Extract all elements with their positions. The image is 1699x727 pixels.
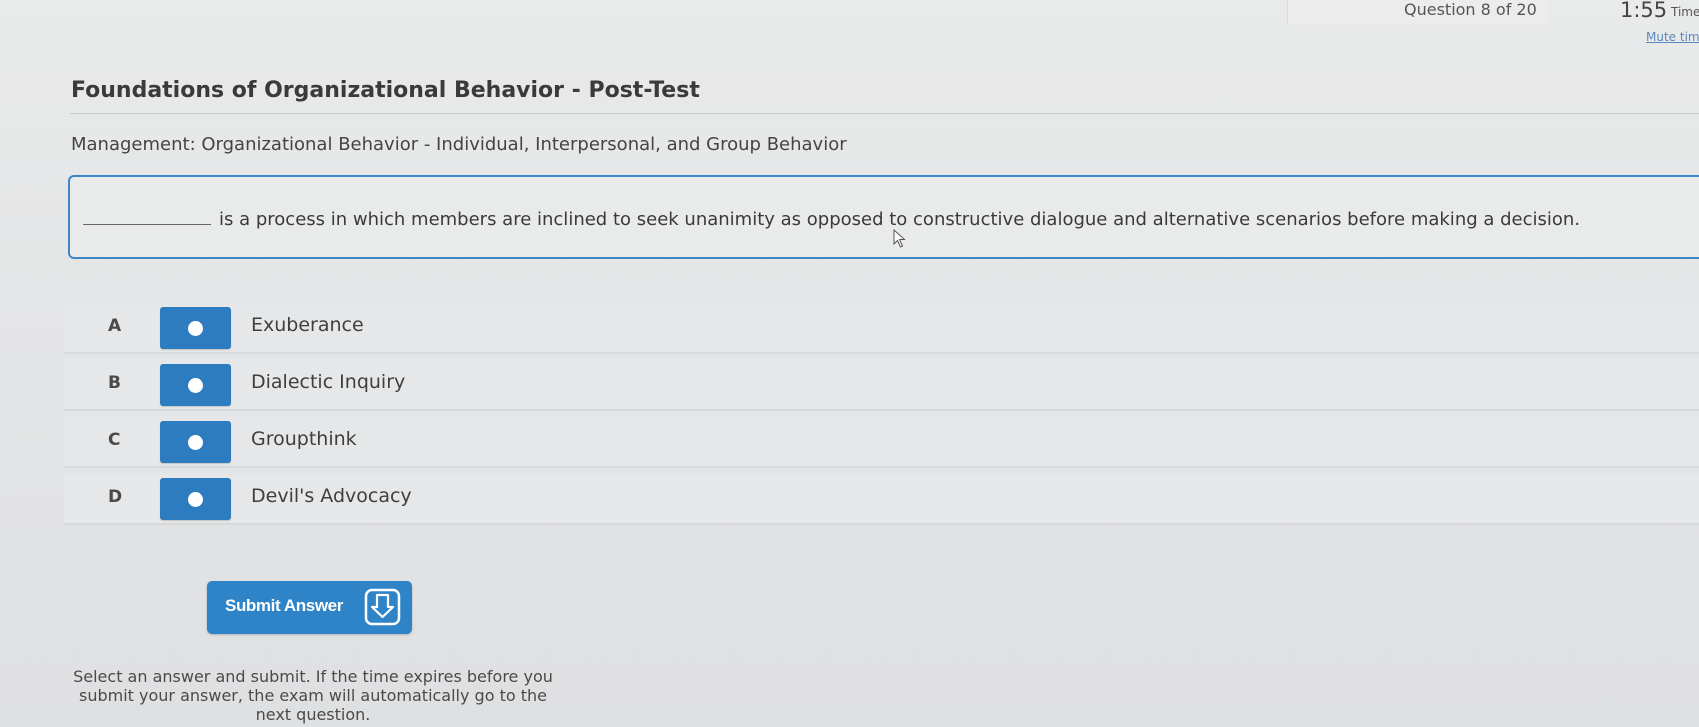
question-text: is a process in which members are inclin…	[219, 209, 1581, 230]
answer-option-a[interactable]: A Exuberance	[64, 302, 1699, 354]
option-b-radio[interactable]	[160, 364, 231, 406]
radio-dot-icon	[188, 435, 203, 450]
question-counter: Question 8 of 20	[1404, 0, 1537, 19]
option-label: Exuberance	[251, 314, 364, 336]
fill-in-blank-line	[83, 224, 211, 225]
answer-option-d[interactable]: D Devil's Advocacy	[64, 473, 1699, 525]
subject-heading: Management: Organizational Behavior - In…	[71, 134, 847, 155]
option-letter: C	[108, 430, 121, 450]
mouse-pointer-icon	[893, 229, 906, 248]
option-label: Dialectic Inquiry	[251, 371, 406, 393]
answer-option-c[interactable]: C Groupthink	[64, 416, 1699, 468]
option-label: Groupthink	[251, 428, 357, 450]
option-a-radio[interactable]	[160, 307, 231, 349]
radio-dot-icon	[188, 321, 203, 336]
instructions-text: Select an answer and submit. If the time…	[73, 667, 553, 724]
radio-dot-icon	[188, 378, 203, 393]
page-title: Foundations of Organizational Behavior -…	[71, 78, 700, 103]
option-letter: A	[108, 316, 122, 336]
timer-label: Time	[1671, 5, 1699, 19]
option-label: Devil's Advocacy	[251, 485, 412, 507]
option-d-radio[interactable]	[160, 478, 231, 520]
answer-option-b[interactable]: B Dialectic Inquiry	[64, 359, 1699, 411]
option-letter: D	[108, 487, 123, 507]
submit-button-label: Submit Answer	[225, 596, 343, 615]
title-divider	[70, 113, 1699, 114]
radio-dot-icon	[188, 492, 203, 507]
option-c-radio[interactable]	[160, 421, 231, 463]
download-tray-icon	[364, 588, 401, 626]
submit-answer-button[interactable]: Submit Answer	[207, 581, 412, 634]
mute-timer-link[interactable]: Mute tim	[1646, 30, 1699, 44]
option-letter: B	[108, 373, 121, 393]
timer-display: 1:55	[1620, 0, 1668, 22]
